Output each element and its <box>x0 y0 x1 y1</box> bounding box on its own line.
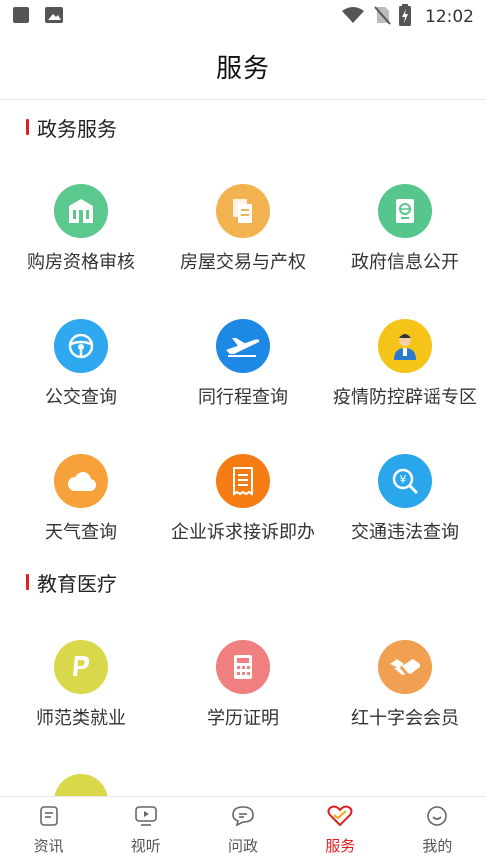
section-title-government: 政务服务 <box>26 112 117 142</box>
documents-icon <box>216 184 270 238</box>
section-marker <box>26 574 29 590</box>
service-partial-item[interactable] <box>0 774 162 796</box>
smile-icon <box>426 805 448 831</box>
tab-inquiry[interactable]: 问政 <box>194 797 291 864</box>
partial-icon <box>54 774 108 796</box>
section-title-education-medical: 教育医疗 <box>26 567 117 597</box>
video-icon <box>134 805 158 831</box>
service-heart-icon <box>327 805 353 831</box>
tab-mine[interactable]: 我的 <box>389 797 486 864</box>
bottom-tab-bar: 资讯 视听 问政 服务 我的 <box>0 796 486 864</box>
battery-charging-icon <box>399 4 411 30</box>
news-icon <box>38 805 60 831</box>
service-epidemic-rumor-zone[interactable]: 疫情防控辟谣专区 <box>324 319 486 429</box>
tab-video[interactable]: 视听 <box>97 797 194 864</box>
svg-text:¥: ¥ <box>400 473 407 486</box>
passport-icon <box>378 184 432 238</box>
calculator-icon <box>216 640 270 694</box>
service-home-purchase-qualification[interactable]: 购房资格审核 <box>0 184 162 294</box>
steering-wheel-icon <box>54 319 108 373</box>
tab-news[interactable]: 资讯 <box>0 797 97 864</box>
status-bar: 12:02 <box>0 0 486 34</box>
handshake-icon <box>378 640 432 694</box>
service-traffic-violation-query[interactable]: ¥ 交通违法查询 <box>324 454 486 564</box>
tab-service[interactable]: 服务 <box>292 797 389 864</box>
service-enterprise-appeal[interactable]: 企业诉求接诉即办 <box>162 454 324 564</box>
building-icon <box>54 184 108 238</box>
clock: 12:02 <box>425 7 474 27</box>
page-title: 服务 <box>215 54 270 84</box>
receipt-icon <box>216 454 270 508</box>
service-normal-university-employment[interactable]: 师范类就业 <box>0 640 162 750</box>
paypal-icon <box>54 640 108 694</box>
airplane-icon <box>216 319 270 373</box>
fine-search-icon: ¥ <box>378 454 432 508</box>
no-sim-icon <box>373 5 391 29</box>
header: 服务 <box>0 34 486 100</box>
image-icon <box>44 6 64 28</box>
person-icon <box>378 319 432 373</box>
cloud-icon <box>54 454 108 508</box>
section-marker <box>26 119 29 135</box>
service-education-certificate[interactable]: 学历证明 <box>162 640 324 750</box>
service-bus-query[interactable]: 公交查询 <box>0 319 162 429</box>
service-weather-query[interactable]: 天气查询 <box>0 454 162 564</box>
notification-square-icon <box>12 6 30 28</box>
service-government-info-disclosure[interactable]: 政府信息公开 <box>324 184 486 294</box>
service-house-transaction-property[interactable]: 房屋交易与产权 <box>162 184 324 294</box>
chat-icon <box>231 805 255 831</box>
service-content[interactable]: 政务服务 购房资格审核 房屋交易与产权 政府信息公开 公交查询 同行程查询 疫情… <box>0 100 486 796</box>
service-same-trip-query[interactable]: 同行程查询 <box>162 319 324 429</box>
service-red-cross-member[interactable]: 红十字会会员 <box>324 640 486 750</box>
wifi-icon <box>341 6 365 28</box>
